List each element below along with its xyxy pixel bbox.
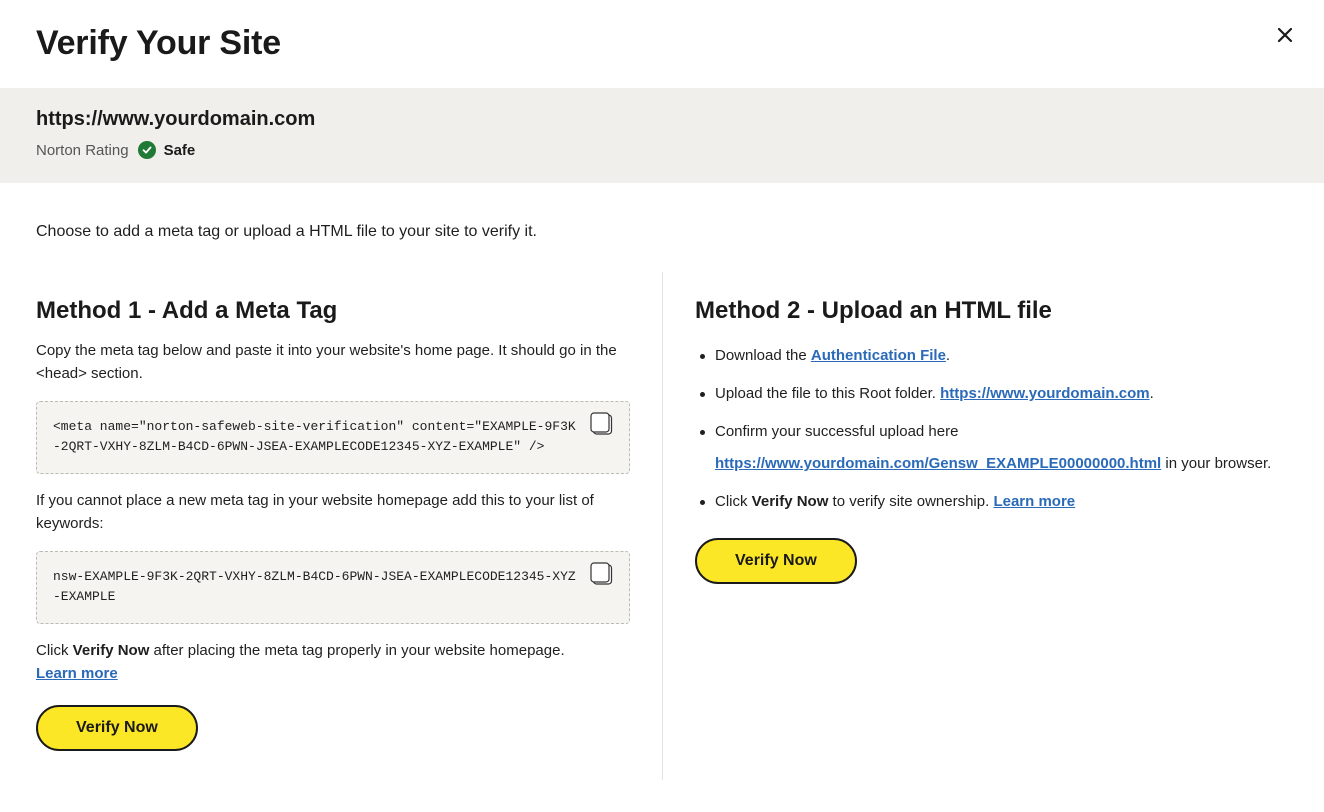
method1-instructions: Copy the meta tag below and paste it int… <box>36 342 617 382</box>
step-download: Download the Authentication File. <box>695 340 1295 372</box>
method2-verify-now-button[interactable]: Verify Now <box>695 538 857 584</box>
method2-learn-more-link[interactable]: Learn more <box>993 493 1075 510</box>
close-button[interactable] <box>1272 22 1298 48</box>
root-folder-link[interactable]: https://www.yourdomain.com <box>940 385 1149 402</box>
step-confirm: Confirm your successful upload here https… <box>695 416 1295 480</box>
final-bold: Verify Now <box>72 642 150 659</box>
close-icon <box>1277 27 1293 43</box>
keyword-code-box: nsw-EXAMPLE-9F3K-2QRT-VXHY-8ZLM-B4CD-6PW… <box>36 551 630 624</box>
keywords-instructions: If you cannot place a new meta tag in yo… <box>36 492 594 532</box>
copy-icon[interactable] <box>590 562 614 586</box>
copy-icon[interactable] <box>590 412 614 436</box>
method1-learn-more-link[interactable]: Learn more <box>36 665 118 682</box>
dialog-title: Verify Your Site <box>36 24 281 62</box>
uploaded-file-link[interactable]: https://www.yourdomain.com/Gensw_EXAMPLE… <box>715 455 1161 472</box>
norton-rating-row: Norton Rating Safe <box>36 140 1288 160</box>
rating-value: Safe <box>163 141 196 159</box>
meta-tag-code[interactable]: <meta name="norton-safeweb-site-verifica… <box>53 419 576 454</box>
method2-title: Method 2 - Upload an HTML file <box>695 297 1052 324</box>
rating-label: Norton Rating <box>36 141 129 159</box>
column-divider <box>662 272 663 780</box>
intro-text: Choose to add a meta tag or upload a HTM… <box>36 223 537 240</box>
authentication-file-link[interactable]: Authentication File <box>811 347 946 364</box>
meta-tag-code-box: <meta name="norton-safeweb-site-verifica… <box>36 401 630 474</box>
final-prefix: Click <box>36 642 73 659</box>
method1-verify-now-button[interactable]: Verify Now <box>36 705 198 751</box>
method1-title: Method 1 - Add a Meta Tag <box>36 297 338 324</box>
method1-column: Method 1 - Add a Meta Tag Copy the meta … <box>36 272 630 751</box>
verify-site-dialog: Verify Your Site https://www.yourdomain.… <box>0 0 1324 812</box>
step-upload: Upload the file to this Root folder. htt… <box>695 378 1295 410</box>
safe-check-icon <box>137 141 156 159</box>
final-suffix: after placing the meta tag properly in y… <box>149 642 565 659</box>
method2-column: Method 2 - Upload an HTML file Download … <box>695 272 1295 584</box>
method1-final-instructions: Click Verify Now after placing the meta … <box>36 640 630 685</box>
method2-steps: Download the Authentication File. Upload… <box>695 340 1295 518</box>
site-info-band: https://www.yourdomain.com Norton Rating… <box>0 88 1324 183</box>
dialog-header: Verify Your Site <box>0 0 1324 88</box>
keyword-code[interactable]: nsw-EXAMPLE-9F3K-2QRT-VXHY-8ZLM-B4CD-6PW… <box>53 569 576 604</box>
site-url: https://www.yourdomain.com <box>36 108 316 130</box>
step-verify: Click Verify Now to verify site ownershi… <box>695 486 1295 518</box>
